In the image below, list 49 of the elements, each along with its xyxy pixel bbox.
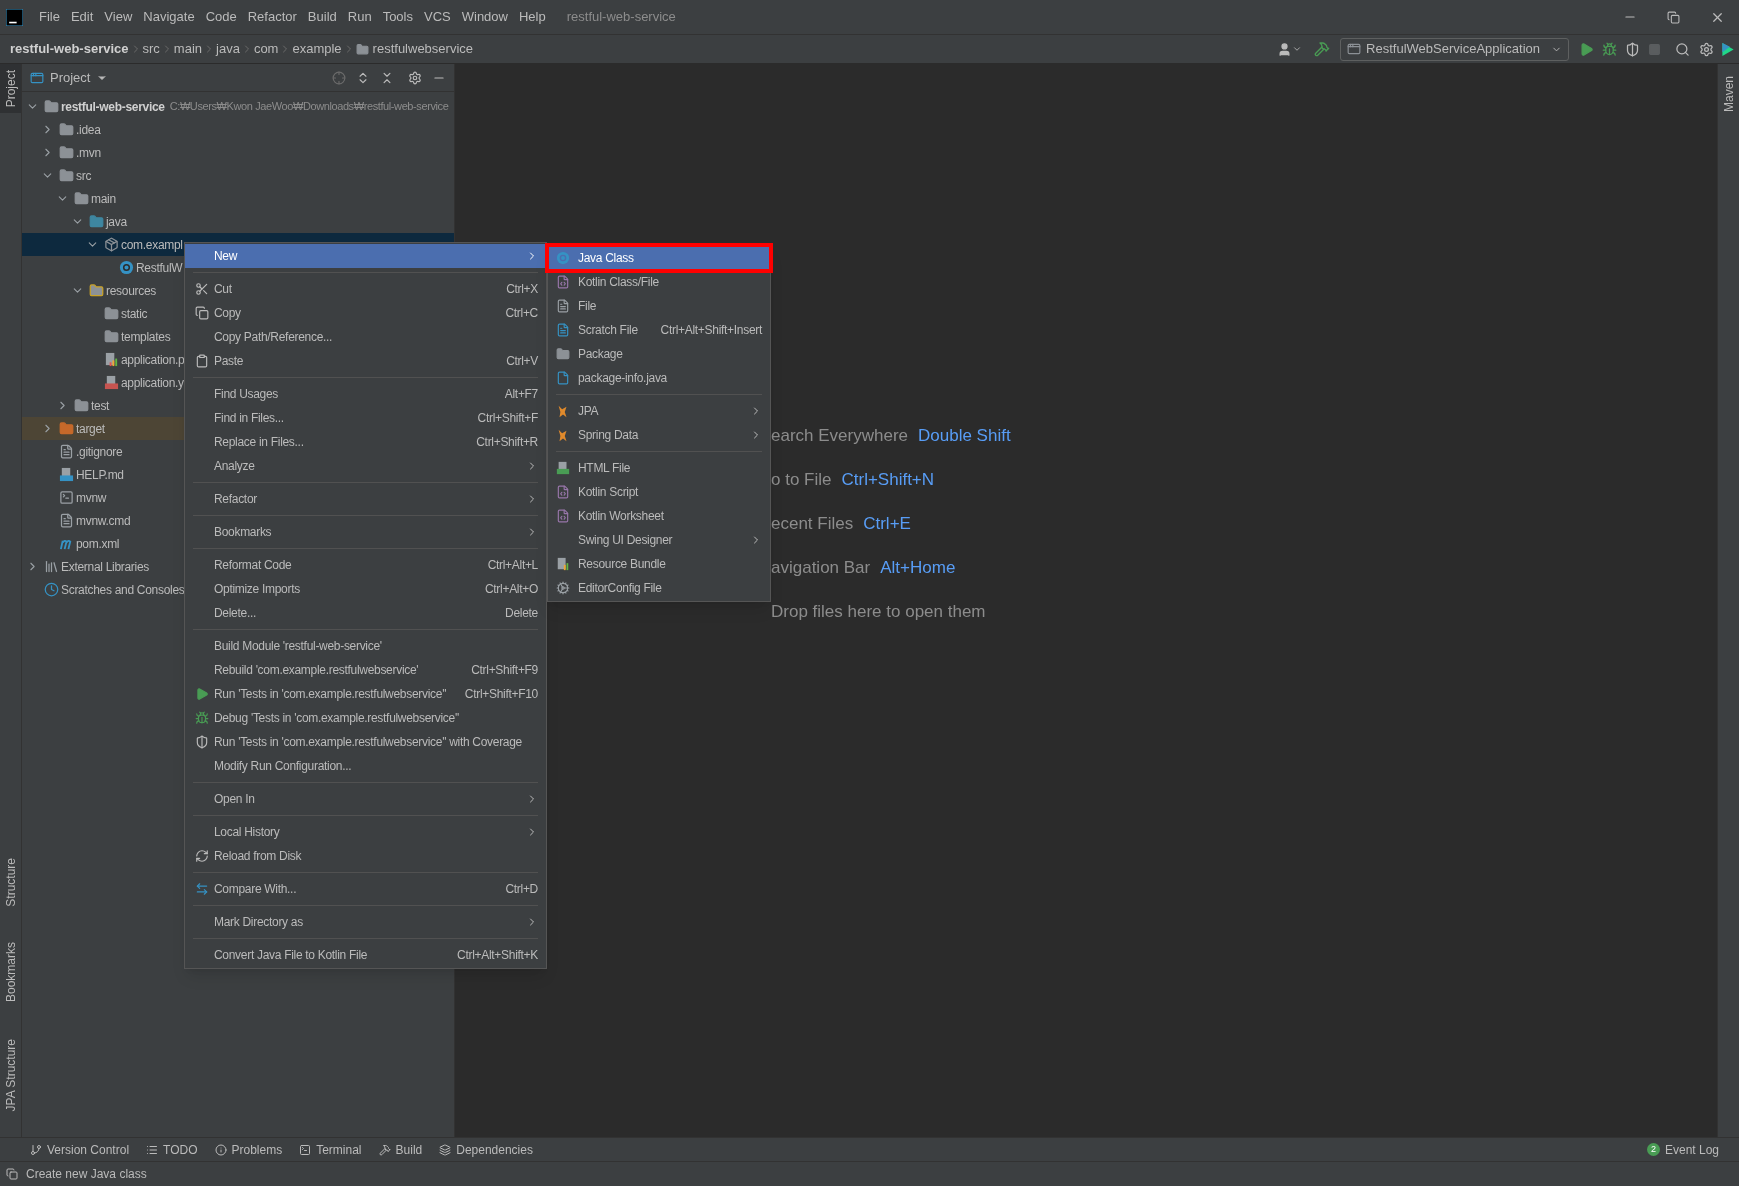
window-title: restful-web-service: [566, 8, 676, 27]
tree-item-label: mvnw.cmd: [76, 512, 131, 530]
tree-item-label: .idea: [76, 121, 101, 139]
hint-text: o to File: [771, 469, 832, 492]
tree-item-label: application.y: [121, 374, 184, 392]
shortcut-hint: Alt+Home: [880, 557, 956, 580]
tree-item-label: target: [76, 420, 105, 438]
tree-item-label: java: [106, 213, 127, 231]
shortcut-label: Ctrl+Alt+Shift+K: [457, 947, 538, 964]
shortcut-hint: Ctrl+Shift+N: [841, 469, 935, 492]
shortcut-hint: Ctrl+E: [863, 513, 911, 536]
shortcut-label: Ctrl+Shift+R: [476, 434, 538, 451]
tree-item-label: static: [121, 305, 148, 323]
tree-item-label: RestfulW: [136, 259, 183, 277]
tree-item-label: restful-web-service: [61, 98, 165, 116]
shortcut-label: Delete: [505, 605, 538, 622]
tree-item-label: com.exampl: [121, 236, 183, 254]
tree-item-label: External Libraries: [61, 558, 149, 576]
tree-item-label: .gitignore: [76, 443, 123, 461]
status-message: Create new Java class: [26, 1166, 147, 1183]
shortcut-label: Ctrl+Shift+F9: [471, 662, 538, 679]
notification-badge: 2: [1646, 1143, 1660, 1156]
tree-item-label: mvnw: [76, 489, 107, 507]
shortcut-hint: Double Shift: [918, 425, 1011, 448]
shortcut-label: Ctrl+D: [505, 881, 538, 898]
tree-item-label: HELP.md: [76, 466, 124, 484]
tree-item-label: pom.xml: [76, 535, 120, 553]
hint-text: ecent Files: [771, 513, 854, 536]
tree-item-label: templates: [121, 328, 171, 346]
tree-item-label: test: [91, 397, 110, 415]
shortcut-label: Ctrl+C: [505, 305, 538, 322]
shortcut-label: Ctrl+V: [506, 353, 538, 370]
tree-item-label: resources: [106, 282, 156, 300]
project-path: C:₩Users₩Kwon JaeWoo₩Downloads₩restful-web-service: [169, 99, 449, 115]
tree-item-label: main: [91, 190, 116, 208]
shortcut-label: Ctrl+Shift+F: [477, 410, 538, 427]
tree-item-label: .mvn: [76, 144, 101, 162]
hint-text: Drop files here to open them: [771, 601, 986, 624]
tree-item-label: Scratches and Consoles: [61, 581, 185, 599]
shortcut-label: Ctrl+Alt+O: [484, 581, 538, 598]
shortcut-label: Alt+F7: [504, 386, 538, 403]
hint-text: avigation Bar: [771, 557, 871, 580]
shortcut-label: Ctrl+Shift+F10: [464, 686, 538, 703]
tree-item-label: application.p: [121, 351, 185, 369]
shortcut-label: Ctrl+Alt+Shift+Insert: [660, 322, 762, 339]
shortcut-label: Ctrl+X: [506, 281, 538, 298]
shortcut-label: Ctrl+Alt+L: [487, 557, 538, 574]
tree-item-label: src: [76, 167, 92, 185]
hint-text: earch Everywhere: [771, 425, 908, 448]
